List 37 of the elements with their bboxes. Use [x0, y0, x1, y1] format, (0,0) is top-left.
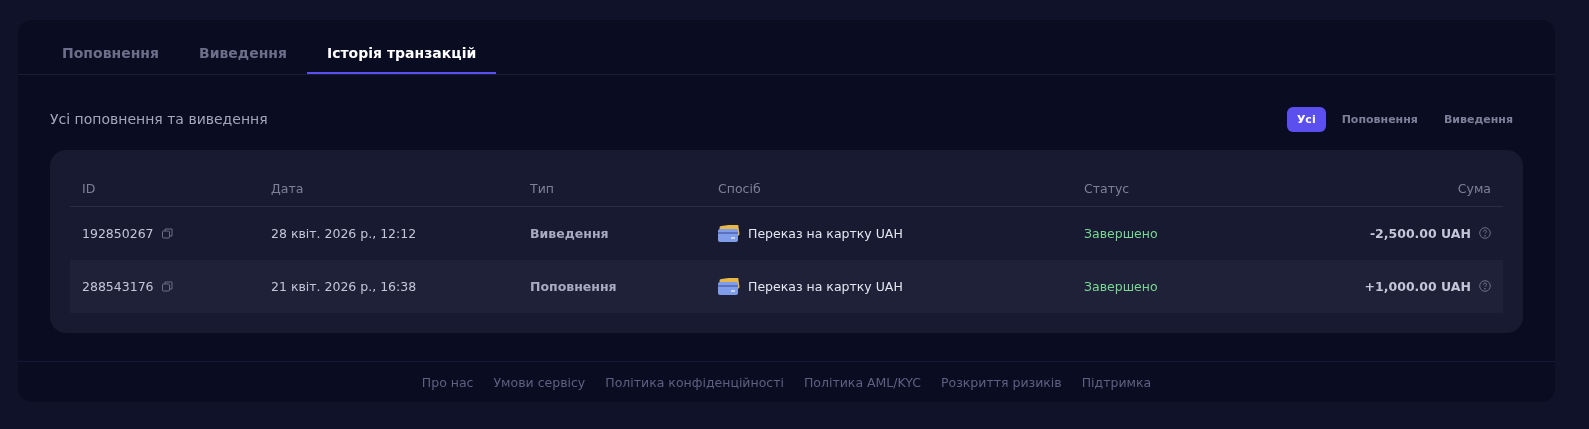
filter-button[interactable]: Усі	[1286, 106, 1326, 132]
table-cell: Виведення	[530, 225, 609, 241]
table-cell: 288543176	[82, 278, 154, 294]
footer-link[interactable]: Умови сервісу	[493, 374, 586, 390]
footer-link[interactable]: Політика AML/KYC	[803, 374, 921, 390]
table-cell: +1,000.00 UAH	[1364, 278, 1471, 294]
table-cell: -2,500.00 UAH	[1369, 225, 1471, 241]
column-header: Дата	[271, 180, 304, 196]
footer-link[interactable]: Підтримка	[1081, 374, 1152, 390]
section-title: Усі поповнення та виведення	[50, 111, 268, 127]
table-cell: Переказ на картку UAH	[748, 225, 903, 241]
status-text: Завершено	[1084, 225, 1158, 241]
table-cell: Переказ на картку UAH	[748, 278, 903, 294]
credit-card-icon	[718, 277, 740, 295]
filter-button[interactable]: Поповнення	[1331, 106, 1428, 132]
status-text: Завершено	[1084, 278, 1158, 294]
credit-card-icon	[718, 224, 740, 242]
help-icon[interactable]	[1479, 280, 1491, 292]
column-header: Тип	[530, 180, 554, 196]
copy-icon[interactable]	[161, 280, 173, 292]
column-header: Статус	[1084, 180, 1130, 196]
tab[interactable]: Виведення	[179, 34, 307, 74]
help-icon[interactable]	[1479, 227, 1491, 239]
column-header: ID	[82, 180, 96, 196]
tab[interactable]: Поповнення	[42, 34, 179, 74]
column-header: Сума	[1457, 180, 1491, 196]
table-cell: Поповнення	[530, 278, 617, 294]
footer-link[interactable]: Про нас	[421, 374, 474, 390]
table-cell: 21 квіт. 2026 р., 16:38	[271, 278, 417, 294]
footer-link[interactable]: Політика конфіденційності	[605, 374, 784, 390]
tab[interactable]: Історія транзакцій	[307, 34, 497, 74]
table-cell: 192850267	[82, 225, 154, 241]
copy-icon[interactable]	[161, 227, 173, 239]
table-cell: 28 квіт. 2026 р., 12:12	[271, 225, 417, 241]
filter-button[interactable]: Виведення	[1433, 106, 1523, 132]
column-header: Спосіб	[718, 180, 761, 196]
footer-link[interactable]: Розкриття ризиків	[941, 374, 1062, 390]
